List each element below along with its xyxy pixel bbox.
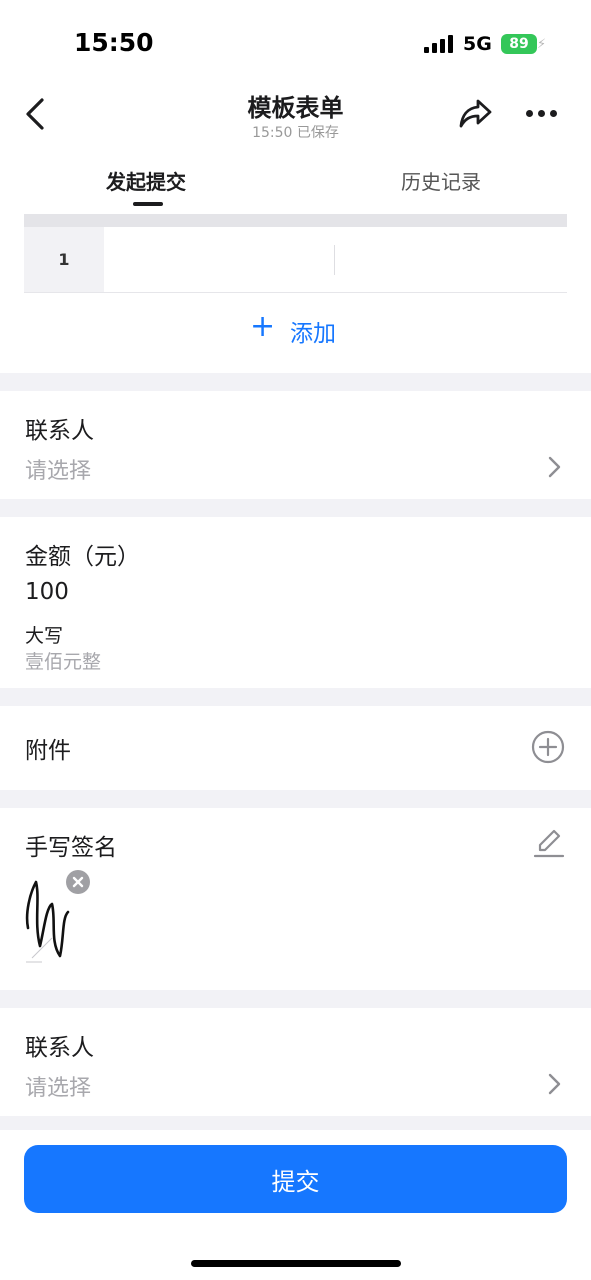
signal-icon: [424, 35, 454, 53]
contact-label: 联系人: [25, 418, 94, 444]
add-attachment-icon[interactable]: [531, 730, 565, 764]
contact-field-2[interactable]: 联系人 请选择: [0, 1008, 591, 1116]
remove-signature-icon[interactable]: [66, 870, 90, 894]
battery-icon: 89: [501, 34, 537, 54]
home-indicator: [191, 1260, 401, 1267]
add-row-label: 添加: [290, 321, 336, 347]
contact-placeholder: 请选择: [25, 459, 92, 484]
page-title: 模板表单: [247, 94, 344, 122]
edit-pen-icon[interactable]: [532, 826, 566, 860]
row-index: 1: [24, 227, 104, 292]
more-options-icon[interactable]: [522, 98, 562, 128]
amount-field: 金额（元） 100 大写 壹佰元整: [0, 517, 591, 688]
attachment-label: 附件: [25, 738, 71, 764]
plus-icon: +: [250, 309, 276, 344]
contact-field[interactable]: 联系人 请选择: [0, 391, 591, 499]
contact-placeholder-2: 请选择: [25, 1076, 92, 1101]
uppercase-label: 大写: [25, 625, 64, 647]
tab-history[interactable]: 历史记录: [401, 166, 481, 195]
status-time: 15:50: [74, 28, 154, 57]
chevron-right-icon: [548, 456, 561, 478]
uppercase-value: 壹佰元整: [25, 651, 102, 673]
status-bar: 15:50 5G 89 ⚡: [0, 0, 591, 80]
form-screen: 15:50 5G 89 ⚡ 模板表单 15:50 已保存 发起提交 历史记录 1…: [0, 0, 591, 1280]
amount-label: 金额（元）: [25, 544, 140, 570]
contact-label-2: 联系人: [25, 1035, 94, 1061]
save-status: 15:50 已保存: [252, 125, 339, 141]
battery-level: 89: [509, 36, 529, 52]
table-row[interactable]: 1: [24, 227, 567, 293]
attachment-field: 附件: [0, 706, 591, 790]
tab-submit[interactable]: 发起提交: [106, 166, 186, 195]
signature-field: 手写签名: [0, 808, 591, 990]
nav-bar: 模板表单 15:50 已保存: [0, 80, 591, 148]
charging-bolt-icon: ⚡: [537, 37, 547, 52]
chevron-right-icon: [548, 1073, 561, 1095]
active-tab-indicator: [133, 202, 163, 206]
network-type: 5G: [463, 33, 492, 55]
submit-button[interactable]: 提交: [24, 1145, 567, 1213]
cell-divider: [334, 245, 335, 275]
table-header: [24, 214, 567, 227]
amount-input[interactable]: 100: [25, 579, 69, 605]
bottom-action-bar: 提交: [0, 1130, 591, 1280]
tab-bar: 发起提交 历史记录: [0, 148, 591, 214]
signature-label: 手写签名: [25, 835, 117, 861]
table-section: 1 + 添加: [0, 214, 591, 373]
share-icon[interactable]: [456, 94, 494, 132]
